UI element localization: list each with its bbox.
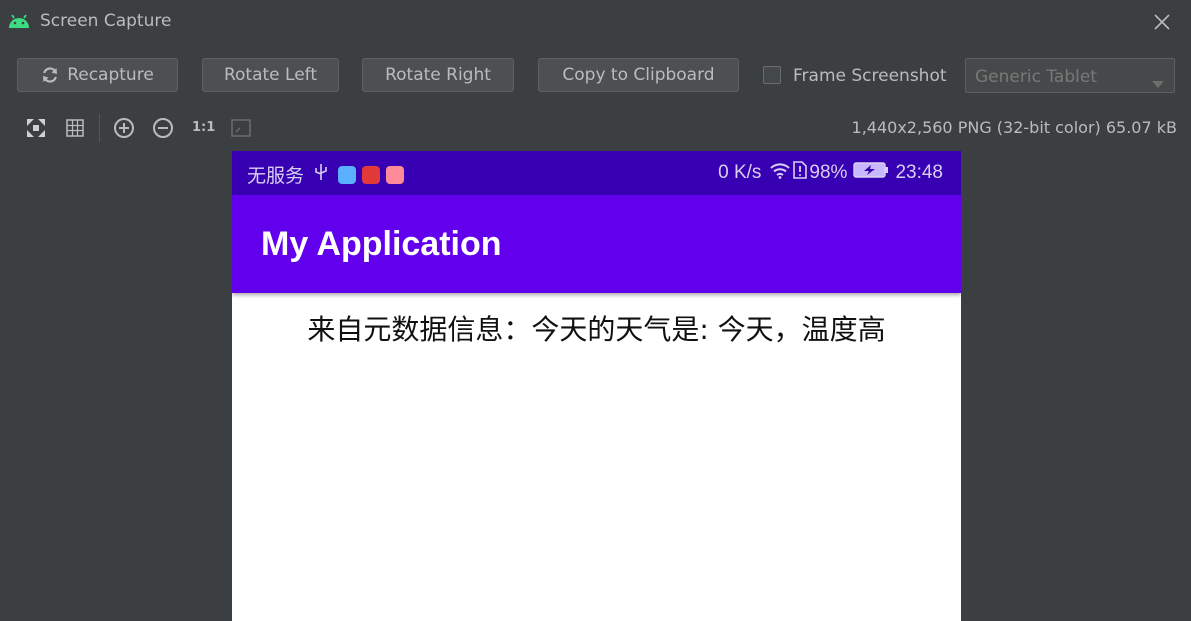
device-select-value: Generic Tablet xyxy=(975,67,1097,87)
device-select[interactable]: Generic Tablet xyxy=(965,58,1175,93)
zoom-out-icon[interactable] xyxy=(151,116,175,140)
notification-app-icon xyxy=(338,165,357,184)
grid-icon[interactable] xyxy=(63,116,87,140)
rotate-right-label: Rotate Right xyxy=(385,65,491,85)
recapture-label: Recapture xyxy=(67,65,154,85)
sim-alert-icon xyxy=(793,161,808,185)
wifi-icon xyxy=(769,161,791,185)
device-screenshot: 无服务 0 K/s 98% 23:48 My Application 来自元数据… xyxy=(232,151,961,621)
notification-app-icon xyxy=(362,165,381,184)
window-title: Screen Capture xyxy=(40,11,172,31)
android-icon xyxy=(7,12,31,34)
status-bar: 无服务 0 K/s 98% 23:48 xyxy=(232,151,961,195)
toolbar: Recapture Rotate Left Rotate Right Copy … xyxy=(0,58,1191,96)
zoom-in-icon[interactable] xyxy=(112,116,136,140)
rotate-left-button[interactable]: Rotate Left xyxy=(202,58,339,92)
rotate-left-label: Rotate Left xyxy=(223,65,318,85)
carrier-text: 无服务 xyxy=(247,166,305,187)
close-icon[interactable] xyxy=(1151,11,1173,33)
clock: 23:48 xyxy=(895,162,943,183)
fit-screen-icon[interactable] xyxy=(24,116,48,140)
app-bar: My Application xyxy=(232,195,961,293)
battery-charging-icon xyxy=(853,162,889,184)
view-controls: 1:1 1,440x2,560 PNG (32-bit color) 65.07… xyxy=(0,114,1191,142)
net-speed: 0 K/s xyxy=(718,162,762,183)
copy-to-clipboard-button[interactable]: Copy to Clipboard xyxy=(538,58,739,92)
copy-label: Copy to Clipboard xyxy=(562,65,715,85)
rotate-right-button[interactable]: Rotate Right xyxy=(362,58,514,92)
frame-screenshot-checkbox[interactable] xyxy=(763,66,781,84)
divider xyxy=(99,114,100,142)
usb-icon xyxy=(314,163,328,187)
weather-info-text: 来自元数据信息：今天的天气是: 今天，温度高 xyxy=(307,313,886,346)
notification-app-icon xyxy=(386,165,405,184)
image-info: 1,440x2,560 PNG (32-bit color) 65.07 kB xyxy=(851,118,1177,137)
app-title: My Application xyxy=(261,225,502,263)
fit-window-icon[interactable] xyxy=(229,116,253,140)
actual-size-button[interactable]: 1:1 xyxy=(192,120,215,135)
chevron-down-icon xyxy=(1152,73,1164,92)
battery-percent: 98% xyxy=(809,162,848,183)
frame-screenshot-label[interactable]: Frame Screenshot xyxy=(793,66,947,86)
recapture-button[interactable]: Recapture xyxy=(17,58,178,92)
title-bar: Screen Capture xyxy=(0,0,1191,44)
refresh-icon xyxy=(41,66,59,84)
